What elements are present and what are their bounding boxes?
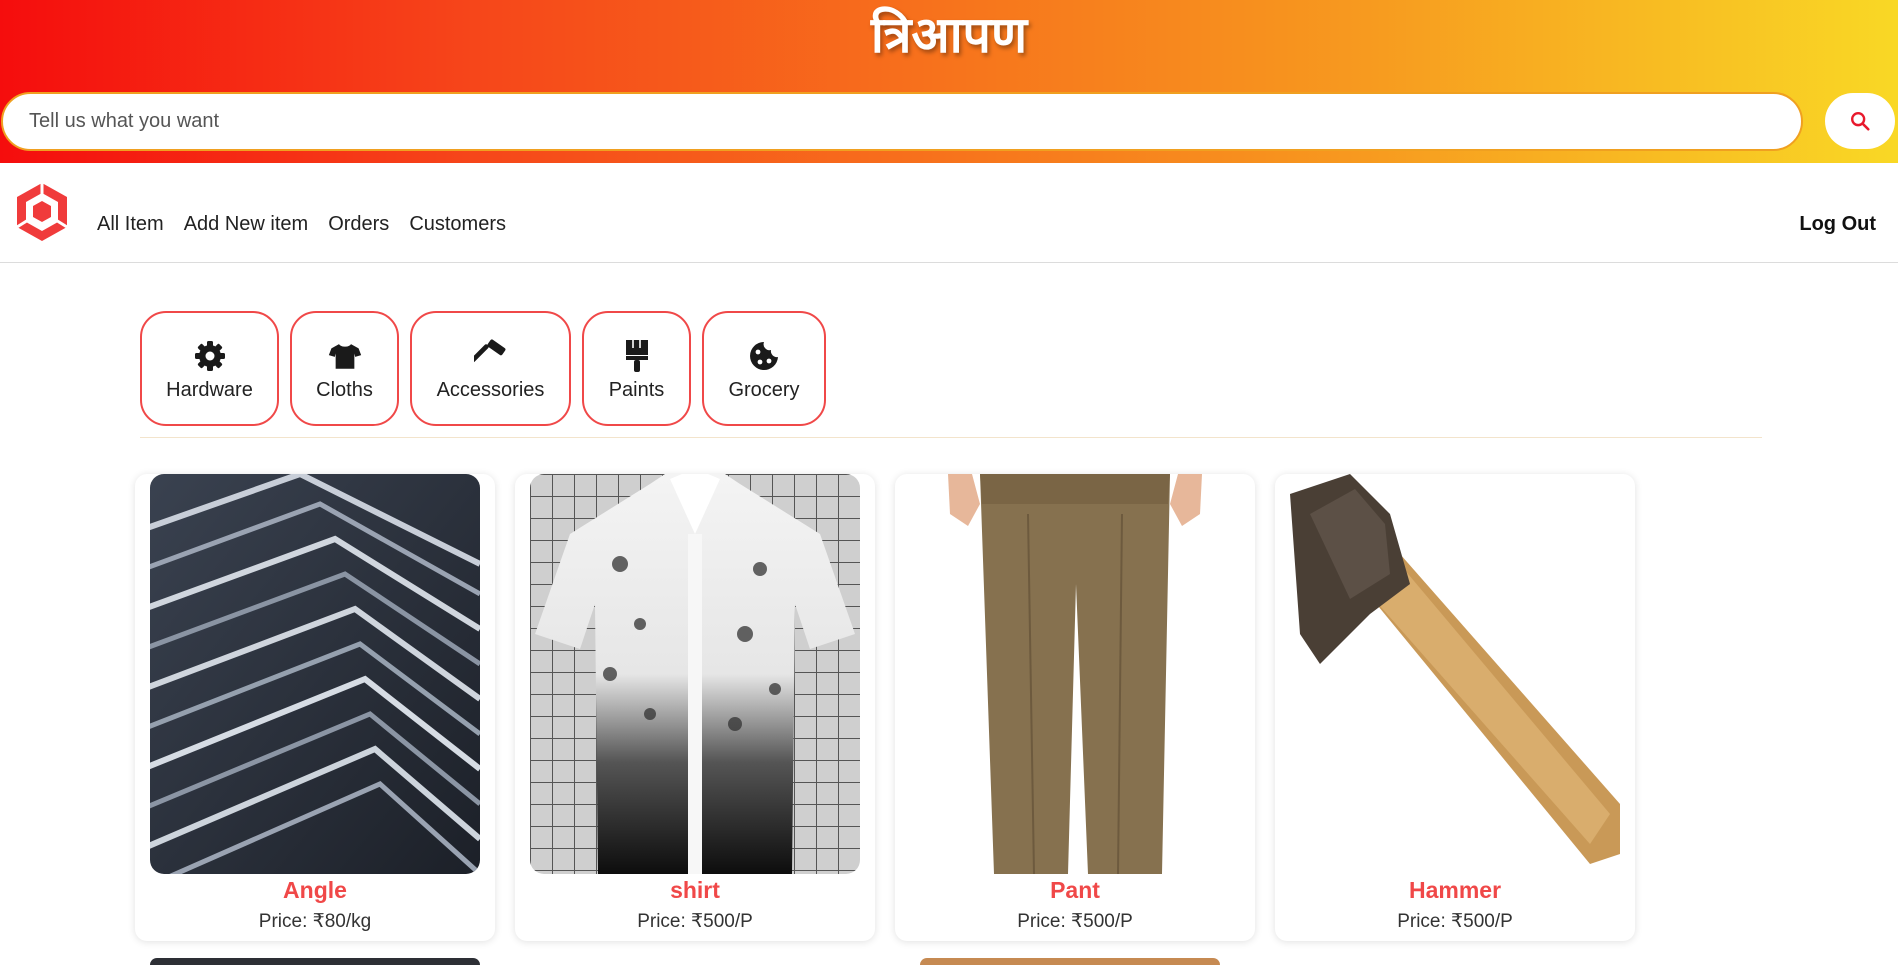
search-button[interactable] [1825, 93, 1895, 149]
category-label: Accessories [436, 379, 545, 401]
logo-icon[interactable] [14, 181, 70, 243]
product-grid: Angle Price: ₹80/kg shirt Price: ₹500/P … [135, 474, 1635, 941]
category-accessories[interactable]: Accessories [410, 311, 571, 426]
category-label: Grocery [728, 379, 800, 401]
product-image-angle [150, 474, 480, 874]
category-list: Hardware Cloths Accessories Paints Groce… [140, 311, 826, 426]
product-name: shirt [670, 877, 720, 903]
category-label: Hardware [166, 379, 253, 401]
nav-links: All Item Add New item Orders Customers [97, 213, 526, 236]
tshirt-icon [328, 339, 362, 373]
nav-customers[interactable]: Customers [409, 213, 506, 236]
product-image-hammer [1290, 474, 1620, 874]
product-card[interactable]: Angle Price: ₹80/kg [135, 474, 495, 941]
product-price: Price: ₹500/P [1397, 911, 1513, 932]
product-card[interactable]: shirt Price: ₹500/P [515, 474, 875, 941]
product-image-pant [910, 474, 1240, 874]
nav-add-new-item[interactable]: Add New item [184, 213, 309, 236]
paint-brush-icon [620, 339, 654, 373]
nav-all-item[interactable]: All Item [97, 213, 164, 236]
nav-bar: All Item Add New item Orders Customers L… [0, 163, 1898, 263]
product-card[interactable]: Hammer Price: ₹500/P [1275, 474, 1635, 941]
logout-link[interactable]: Log Out [1799, 213, 1876, 236]
gear-icon [193, 339, 227, 373]
product-name: Pant [1050, 877, 1100, 903]
search-icon [1851, 112, 1870, 131]
next-row-card-peek [150, 958, 480, 965]
nav-orders[interactable]: Orders [328, 213, 389, 236]
product-price: Price: ₹80/kg [258, 911, 372, 932]
section-divider [140, 437, 1762, 438]
product-price: Price: ₹500/P [637, 911, 753, 932]
product-price: Price: ₹500/P [1017, 911, 1133, 932]
category-label: Paints [608, 379, 665, 401]
category-paints[interactable]: Paints [582, 311, 691, 426]
category-hardware[interactable]: Hardware [140, 311, 279, 426]
category-grocery[interactable]: Grocery [702, 311, 826, 426]
brand-title: त्रिआपण [870, 6, 1028, 64]
hammer-icon [473, 339, 508, 373]
product-card[interactable]: Pant Price: ₹500/P [895, 474, 1255, 941]
product-name: Hammer [1408, 877, 1502, 903]
product-name: Angle [283, 877, 347, 903]
header-banner: त्रिआपण [0, 0, 1898, 163]
category-label: Cloths [316, 379, 373, 401]
search-input[interactable] [3, 94, 1801, 149]
next-row-card-peek [920, 958, 1220, 965]
product-image-shirt [530, 474, 860, 874]
search-bar [1, 92, 1803, 151]
category-cloths[interactable]: Cloths [290, 311, 399, 426]
cookie-icon [747, 339, 781, 373]
